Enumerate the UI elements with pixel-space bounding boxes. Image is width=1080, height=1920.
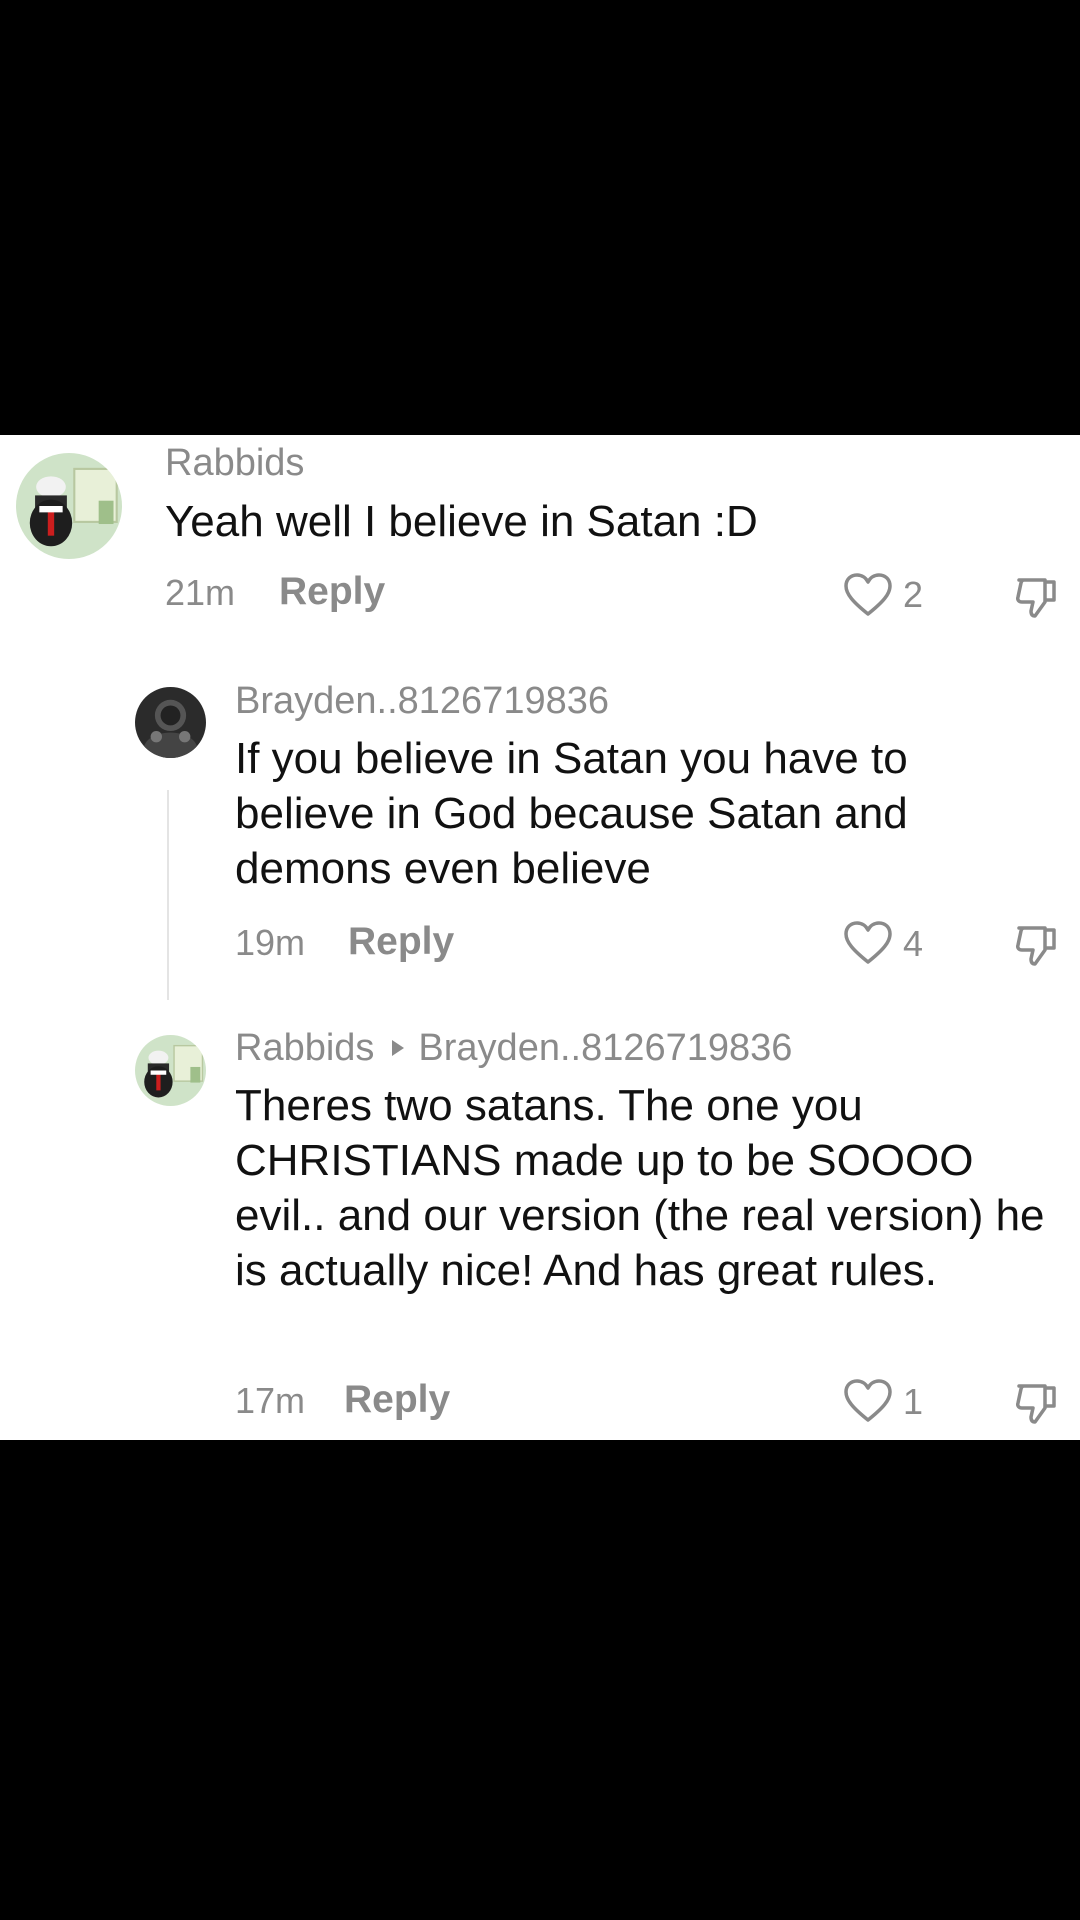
heart-icon[interactable] (843, 920, 893, 966)
reply-button[interactable]: Reply (344, 1378, 450, 1422)
comment-text: Yeah well I believe in Satan :D (165, 497, 758, 546)
comment-text: Theres two satans. The one you CHRISTIAN… (235, 1081, 1045, 1295)
dislike-icon[interactable] (1013, 574, 1061, 622)
like-count: 1 (903, 1381, 924, 1422)
like-count: 4 (903, 923, 924, 964)
avatar-brayden[interactable] (135, 687, 206, 758)
reply-button[interactable]: Reply (348, 920, 454, 964)
avatar-rabbids[interactable] (135, 1035, 206, 1106)
dark-avatar-icon (135, 687, 206, 758)
reply-to-username[interactable]: Brayden..8126719836 (418, 1027, 792, 1069)
comment-text: If you believe in Satan you have to beli… (235, 734, 908, 893)
comment-username[interactable]: Brayden..8126719836 (235, 680, 609, 723)
thread-line (167, 790, 169, 1000)
dislike-icon[interactable] (1013, 1380, 1061, 1428)
comment-time: 21m (165, 572, 236, 613)
comment-username[interactable]: Rabbids (165, 442, 304, 485)
heart-icon[interactable] (843, 572, 893, 618)
heart-icon[interactable] (843, 1378, 893, 1424)
rabbid-avatar-icon (16, 453, 122, 559)
comment-time: 19m (235, 922, 306, 963)
rabbid-avatar-icon (135, 1035, 206, 1106)
comment-username-reply: Rabbids Brayden..8126719836 (235, 1027, 792, 1070)
avatar-rabbids[interactable] (16, 453, 122, 559)
like-count: 2 (903, 574, 924, 615)
comment-username[interactable]: Rabbids (235, 1027, 374, 1069)
dislike-icon[interactable] (1013, 922, 1061, 970)
reply-arrow-icon (392, 1040, 405, 1057)
comment-time: 17m (235, 1380, 306, 1421)
screen: Rabbids Yeah well I believe in Satan :D … (0, 0, 1080, 1920)
reply-button[interactable]: Reply (279, 570, 385, 614)
